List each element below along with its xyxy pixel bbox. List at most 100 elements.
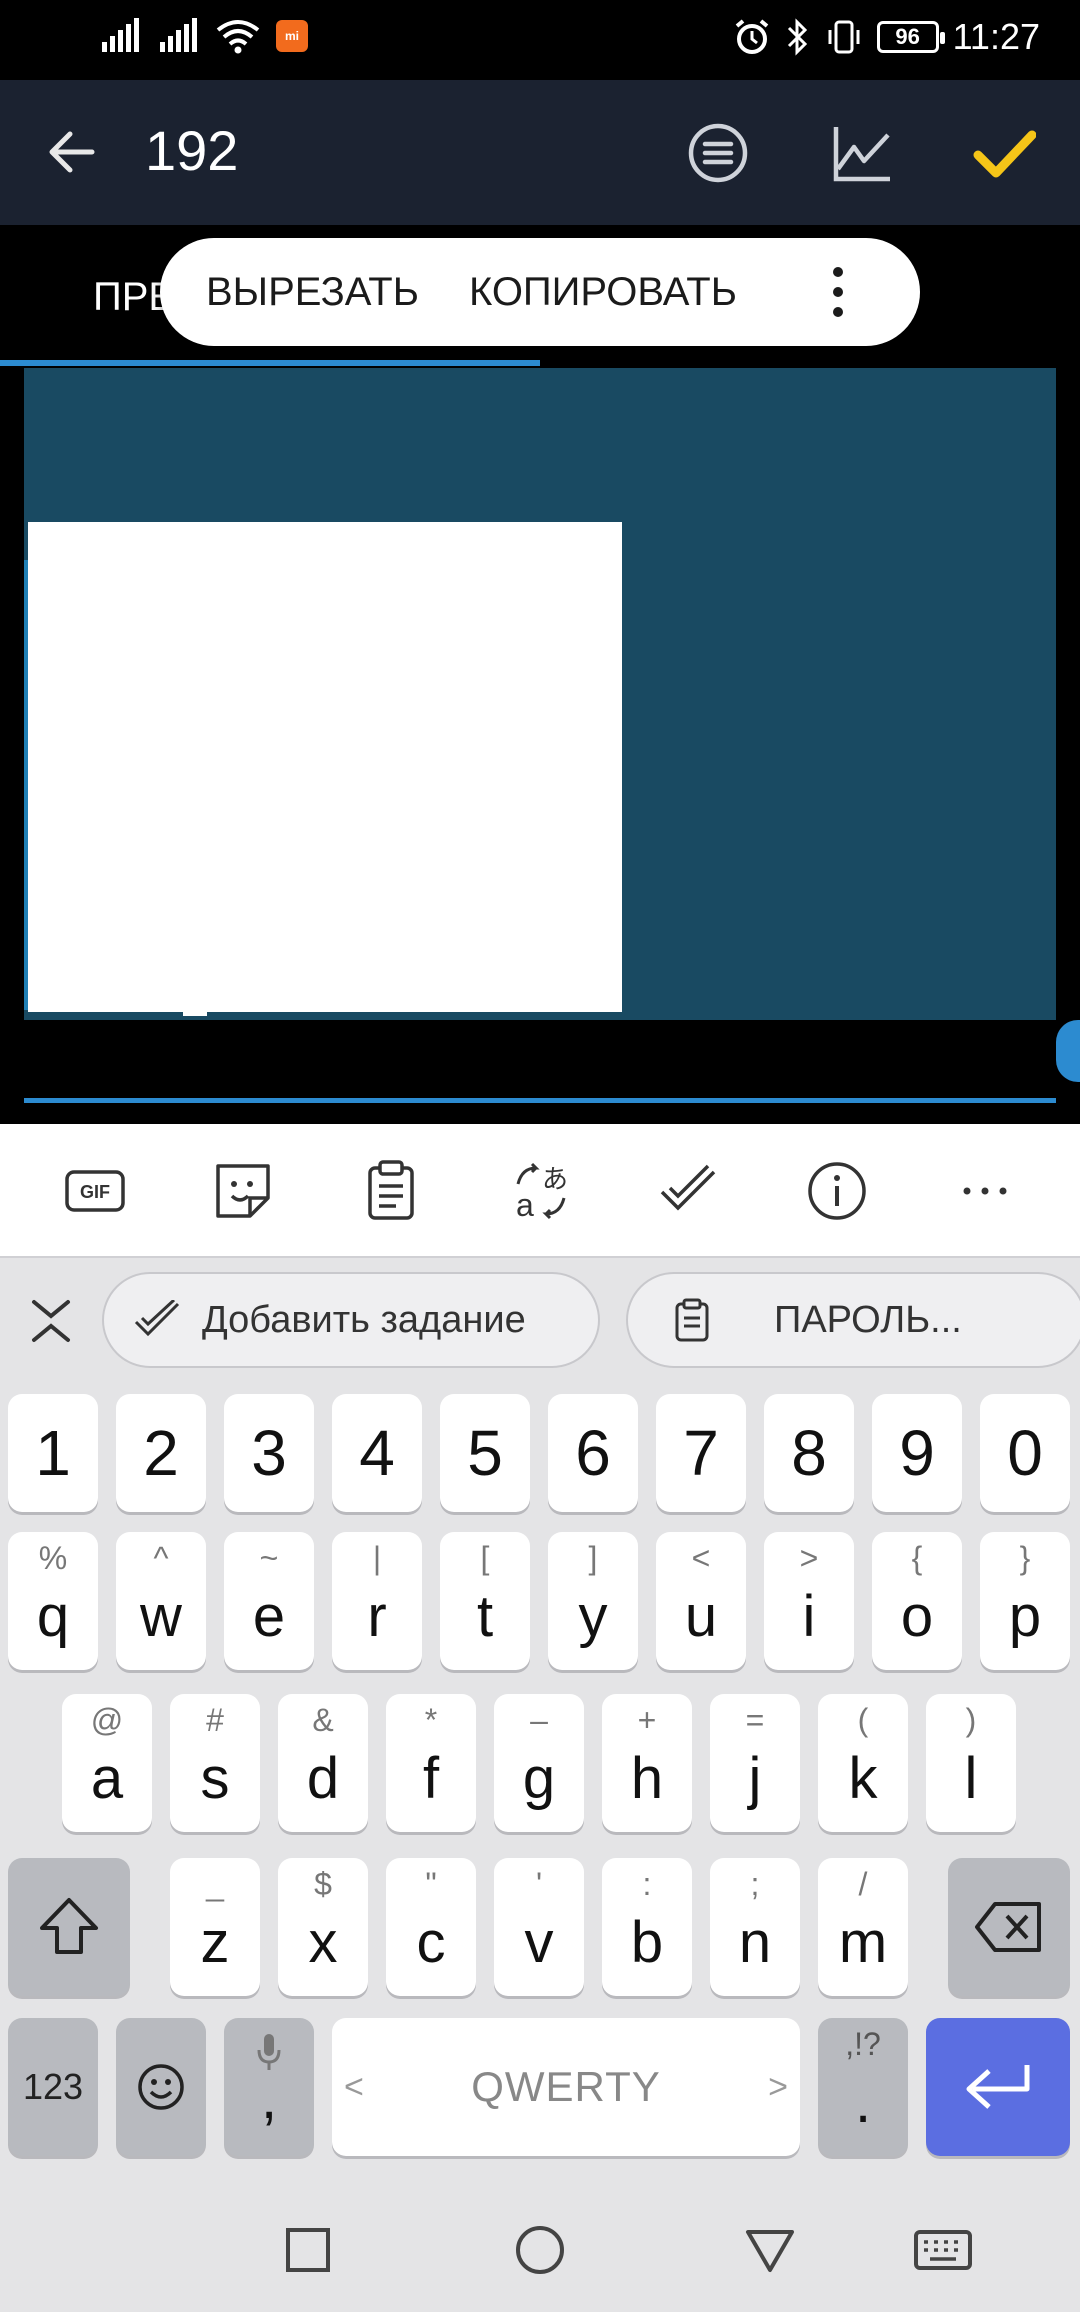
more-vertical-icon[interactable] xyxy=(826,262,850,322)
key-o-label: o xyxy=(900,1584,934,1649)
keyboard-icon[interactable] xyxy=(912,2222,974,2278)
key-d[interactable]: & d xyxy=(278,1694,368,1832)
key-k[interactable]: (k xyxy=(818,1694,908,1832)
key-o[interactable]: {o xyxy=(872,1532,962,1670)
key-2-label: 2 xyxy=(143,1417,179,1489)
check-icon[interactable] xyxy=(972,121,1036,185)
key-a-sub-label: @ xyxy=(90,1702,124,1738)
key-g-sub-label: – xyxy=(530,1702,548,1738)
emoji-icon xyxy=(138,2064,184,2110)
key-w[interactable]: ^ w xyxy=(116,1532,206,1670)
key-e[interactable]: ~ e xyxy=(224,1532,314,1670)
key-h[interactable]: + h xyxy=(602,1694,692,1832)
sticker-icon[interactable] xyxy=(208,1156,278,1226)
key-4[interactable]: 4 xyxy=(332,1394,422,1512)
key-a-label: a xyxy=(90,1746,124,1811)
wifi-icon xyxy=(216,20,260,54)
key-h-label: h xyxy=(630,1746,664,1811)
key-y-sub-label: ] xyxy=(588,1540,598,1576)
backspace-key[interactable] xyxy=(948,1858,1070,1996)
gif-icon[interactable]: GIF xyxy=(60,1156,130,1226)
cut-button[interactable]: ВЫРЕЗАТЬ xyxy=(206,270,419,315)
key-p-label: p xyxy=(1008,1584,1042,1649)
key-b-label: b xyxy=(630,1910,664,1975)
chart-icon[interactable] xyxy=(830,121,894,185)
key-c[interactable]: " c xyxy=(386,1858,476,1996)
key-i-label: i xyxy=(802,1584,816,1649)
key-9-label: 9 xyxy=(899,1417,935,1489)
key-9[interactable]: 9 xyxy=(872,1394,962,1512)
key-0[interactable]: 0 xyxy=(980,1394,1070,1512)
key-q[interactable]: % q xyxy=(8,1532,98,1670)
task-check-icon[interactable] xyxy=(654,1156,724,1226)
scroll-handle[interactable] xyxy=(1056,1020,1080,1082)
key-z[interactable]: _ z xyxy=(170,1858,260,1996)
emoji-key[interactable] xyxy=(116,2018,206,2156)
clipboard-chip[interactable]: ПАРОЛЬ... xyxy=(626,1272,1080,1368)
period-key[interactable]: ,!? . xyxy=(818,2018,908,2156)
key-a[interactable]: @ a xyxy=(62,1694,152,1832)
key-3[interactable]: 3 xyxy=(224,1394,314,1512)
key-y-label: y xyxy=(578,1584,608,1649)
add-task-label: Добавить задание xyxy=(202,1298,526,1341)
shift-icon xyxy=(40,1898,98,1954)
list-menu-icon[interactable] xyxy=(686,121,750,185)
shift-key[interactable] xyxy=(8,1858,130,1996)
key-p[interactable]: } p xyxy=(980,1532,1070,1670)
collapse-icon[interactable] xyxy=(28,1296,74,1346)
key-0-label: 0 xyxy=(1007,1417,1043,1489)
key-x[interactable]: $ x xyxy=(278,1858,368,1996)
more-horizontal-icon[interactable] xyxy=(950,1156,1020,1226)
key-x-sub-label: $ xyxy=(314,1866,332,1902)
key-v[interactable]: ' v xyxy=(494,1858,584,1996)
key-l[interactable]: ) l xyxy=(926,1694,1016,1832)
key-m[interactable]: / m xyxy=(818,1858,908,1996)
info-icon[interactable] xyxy=(802,1156,872,1226)
key-g[interactable]: – g xyxy=(494,1694,584,1832)
key-l-label: l xyxy=(964,1746,978,1811)
key-z-label: z xyxy=(200,1910,230,1975)
key-y[interactable]: ] y xyxy=(548,1532,638,1670)
key-r[interactable]: | r xyxy=(332,1532,422,1670)
key-i-sub-label: > xyxy=(799,1540,819,1576)
key-b[interactable]: :b xyxy=(602,1858,692,1996)
key-8[interactable]: 8 xyxy=(764,1394,854,1512)
key-o-sub-label: { xyxy=(911,1540,923,1576)
back-triangle-icon[interactable] xyxy=(742,2222,798,2278)
key-q-label: q xyxy=(36,1584,70,1649)
back-arrow-icon[interactable] xyxy=(40,120,104,184)
key-m-label: m xyxy=(838,1910,888,1975)
key-s-sub-label: # xyxy=(206,1702,224,1738)
key-7[interactable]: 7 xyxy=(656,1394,746,1512)
key-5[interactable]: 5 xyxy=(440,1394,530,1512)
key-u[interactable]: < u xyxy=(656,1532,746,1670)
selected-text-region[interactable] xyxy=(28,522,622,1012)
key-6[interactable]: 6 xyxy=(548,1394,638,1512)
clipboard-icon[interactable] xyxy=(356,1156,426,1226)
key-n[interactable]: ; n xyxy=(710,1858,800,1996)
key-t[interactable]: [t xyxy=(440,1532,530,1670)
comma-key[interactable]: , xyxy=(224,2018,314,2156)
period-label: . xyxy=(854,2070,872,2135)
home-circle-icon[interactable] xyxy=(512,2222,568,2278)
key-1[interactable]: 1 xyxy=(8,1394,98,1512)
selection-handle[interactable] xyxy=(183,1010,207,1016)
key-f-sub-label: * xyxy=(424,1702,438,1738)
space-key[interactable]: < QWERTY > xyxy=(332,2018,800,2156)
enter-key[interactable] xyxy=(926,2018,1070,2156)
numbers-key[interactable]: 123 xyxy=(8,2018,98,2156)
key-f-label: f xyxy=(422,1746,440,1811)
key-r-label: r xyxy=(367,1584,387,1649)
key-f[interactable]: * f xyxy=(386,1694,476,1832)
recents-square-icon[interactable] xyxy=(280,2222,336,2278)
key-i[interactable]: > i xyxy=(764,1532,854,1670)
status-right: 96 11:27 xyxy=(733,16,1040,58)
copy-button[interactable]: КОПИРОВАТЬ xyxy=(469,270,737,315)
add-task-chip[interactable]: Добавить задание xyxy=(102,1272,600,1368)
key-j[interactable]: = j xyxy=(710,1694,800,1832)
key-2[interactable]: 2 xyxy=(116,1394,206,1512)
key-v-label: v xyxy=(524,1910,554,1975)
alarm-icon xyxy=(735,19,768,54)
key-s[interactable]: # s xyxy=(170,1694,260,1832)
translate-icon[interactable]: aあ xyxy=(506,1156,576,1226)
